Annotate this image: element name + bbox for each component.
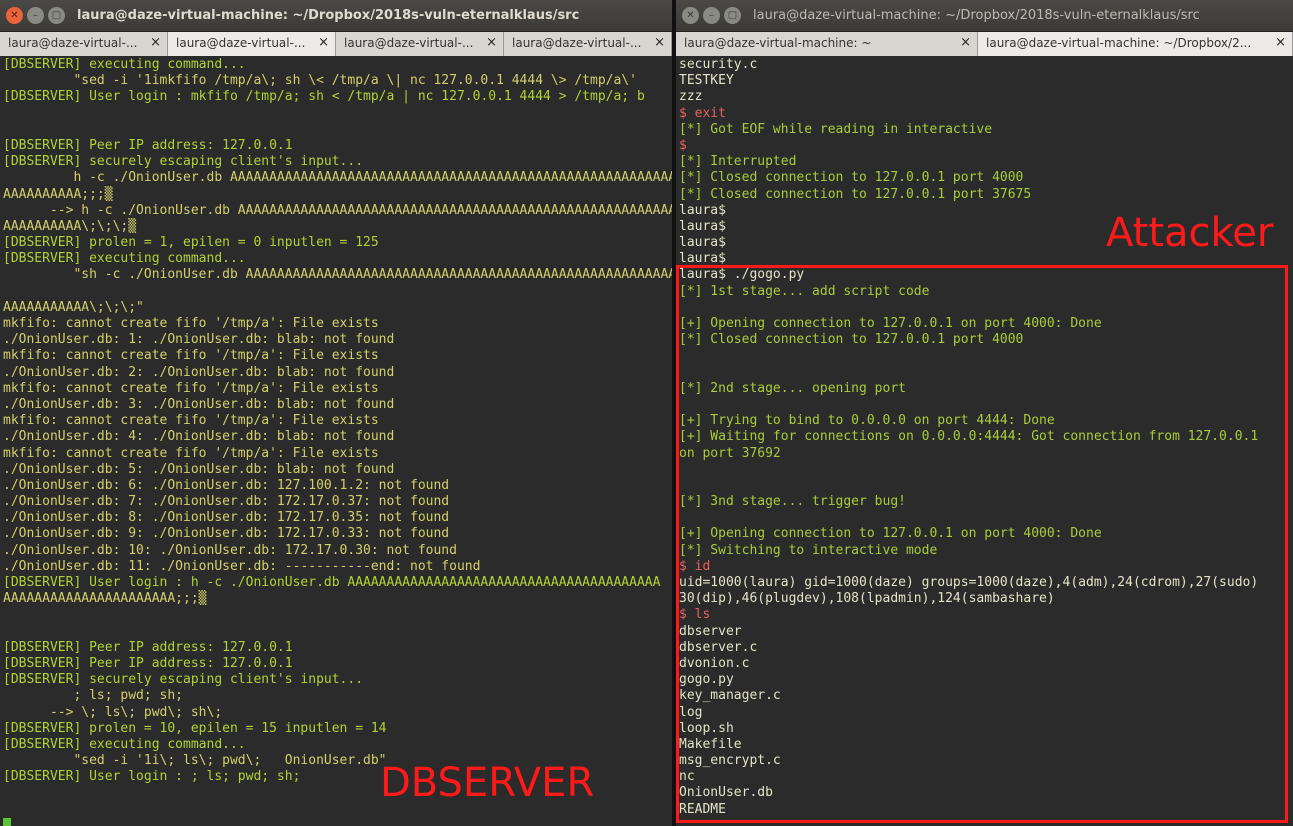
tab-1[interactable]: laura@daze-virtual-... ×: [0, 32, 168, 56]
terminal-line: ./OnionUser.db: 1: ./OnionUser.db: blab:…: [3, 332, 395, 348]
terminal-line: --> \; ls\; pwd\; sh\;: [3, 704, 223, 720]
terminal-line: ./OnionUser.db: 6: ./OnionUser.db: 127.1…: [3, 477, 450, 493]
terminal-line: mkfifo: cannot create fifo '/tmp/a': Fil…: [3, 316, 379, 331]
terminal-line: mkfifo: cannot create fifo '/tmp/a': Fil…: [3, 445, 379, 461]
terminal-line: [*] Interrupted: [679, 154, 797, 170]
close-icon[interactable]: ✕: [6, 7, 23, 24]
terminal-line: [DBSERVER] executing command...: [3, 57, 246, 72]
terminal-line: AAAAAAAAAA;;;▒: [3, 186, 113, 202]
window-title: laura@daze-virtual-machine: ~/Dropbox/20…: [77, 8, 580, 23]
minimize-icon[interactable]: –: [27, 7, 44, 24]
dbserver-label: DBSERVER: [380, 760, 595, 806]
terminal-line: h -c ./OnionUser.db AAAAAAAAAAAAAAAAAAAA…: [3, 170, 672, 186]
minimize-icon[interactable]: –: [703, 7, 720, 24]
tab-1[interactable]: laura@daze-virtual-machine: ~ ×: [676, 32, 978, 56]
terminal-line: --> h -c ./OnionUser.db AAAAAAAAAAAAAAAA…: [3, 202, 672, 218]
terminal-line: "sh -c ./OnionUser.db AAAAAAAAAAAAAAAAAA…: [3, 267, 672, 283]
terminal-line: ./OnionUser.db: 9: ./OnionUser.db: 172.1…: [3, 526, 450, 542]
tab-label: laura@daze-virtual-machine: ~: [684, 36, 872, 50]
terminal-line: security.c: [679, 57, 758, 72]
terminal-line: [DBSERVER] securely escaping client's in…: [3, 154, 364, 170]
tab-close-icon[interactable]: ×: [960, 35, 971, 50]
terminal-line: "sed -i '1imkfifo /tmp/a\; sh \< /tmp/a …: [3, 73, 637, 89]
terminal-line: ./OnionUser.db: 2: ./OnionUser.db: blab:…: [3, 364, 395, 380]
terminal-line: [*] Closed connection to 127.0.0.1 port …: [679, 170, 1024, 186]
tab-4[interactable]: laura@daze-virtual-... ×: [504, 32, 672, 56]
terminal-line: AAAAAAAAAAAAAAAAAAAAAA;;;▒: [3, 591, 207, 607]
left-titlebar[interactable]: ✕ – ▢ laura@daze-virtual-machine: ~/Drop…: [0, 0, 672, 32]
terminal-input-line[interactable]: [3, 818, 669, 826]
tab-close-icon[interactable]: ×: [318, 35, 329, 50]
terminal-line: mkfifo: cannot create fifo '/tmp/a': Fil…: [3, 413, 379, 429]
dbserver-terminal-output[interactable]: [DBSERVER] executing command... "sed -i …: [0, 57, 672, 826]
terminal-line: $ exit: [679, 105, 726, 121]
terminal-line: mkfifo: cannot create fifo '/tmp/a': Fil…: [3, 348, 379, 364]
tab-3[interactable]: laura@daze-virtual-... ×: [336, 32, 504, 56]
terminal-line: [DBSERVER] User login : h -c ./OnionUser…: [3, 575, 661, 590]
terminal-line: [DBSERVER] prolen = 1, epilen = 0 inputl…: [3, 235, 379, 251]
terminal-line: ; ls; pwd; sh;: [3, 688, 184, 704]
tab-close-icon[interactable]: ×: [1275, 35, 1286, 50]
tab-close-icon[interactable]: ×: [486, 35, 497, 50]
attacker-highlight-box: [676, 265, 1288, 823]
tab-label: laura@daze-virtual-...: [512, 36, 642, 50]
terminal-line: ./OnionUser.db: 7: ./OnionUser.db: 172.1…: [3, 494, 450, 510]
tab-label: laura@daze-virtual-...: [8, 36, 138, 50]
terminal-line: ./OnionUser.db: 5: ./OnionUser.db: blab:…: [3, 461, 395, 477]
terminal-line: ./OnionUser.db: 3: ./OnionUser.db: blab:…: [3, 396, 395, 412]
tab-2[interactable]: laura@daze-virtual-machine: ~/Dropbox/2.…: [978, 32, 1293, 56]
tab-label: laura@daze-virtual-...: [344, 36, 474, 50]
terminal-line: [DBSERVER] executing command...: [3, 251, 246, 267]
tab-close-icon[interactable]: ×: [150, 35, 161, 50]
maximize-icon[interactable]: ▢: [724, 7, 741, 24]
tab-2[interactable]: laura@daze-virtual-... ×: [168, 32, 336, 56]
terminal-line: [DBSERVER] Peer IP address: 127.0.0.1: [3, 137, 293, 153]
window-title: laura@daze-virtual-machine: ~/Dropbox/20…: [753, 8, 1200, 23]
terminal-line: [DBSERVER] prolen = 10, epilen = 15 inpu…: [3, 720, 387, 736]
terminal-line: AAAAAAAAAA\;\;\;▒: [3, 218, 137, 234]
maximize-icon[interactable]: ▢: [48, 7, 65, 24]
terminal-line: $: [679, 137, 687, 153]
terminal-line: [*] Closed connection to 127.0.0.1 port …: [679, 186, 1032, 202]
terminal-line: ./OnionUser.db: 4: ./OnionUser.db: blab:…: [3, 429, 395, 445]
terminal-line: ./OnionUser.db: 11: ./OnionUser.db: ----…: [3, 558, 481, 574]
terminal-line: AAAAAAAAAAA\;\;\;": [3, 299, 144, 315]
terminal-line: [DBSERVER] executing command...: [3, 736, 246, 752]
tab-label: laura@daze-virtual-machine: ~/Dropbox/2.…: [986, 36, 1252, 50]
terminal-line: ./OnionUser.db: 10: ./OnionUser.db: 172.…: [3, 542, 457, 558]
terminal-line: ./OnionUser.db: 8: ./OnionUser.db: 172.1…: [3, 510, 450, 526]
terminal-line: [DBSERVER] Peer IP address: 127.0.0.1: [3, 655, 293, 671]
attacker-label: Attacker: [1106, 210, 1274, 256]
right-tab-bar: laura@daze-virtual-machine: ~ × laura@daz…: [676, 32, 1293, 56]
right-titlebar[interactable]: ✕ – ▢ laura@daze-virtual-machine: ~/Drop…: [676, 0, 1293, 32]
terminal-line: zzz: [679, 89, 703, 105]
text-cursor: [3, 818, 11, 826]
terminal-line: mkfifo: cannot create fifo '/tmp/a': Fil…: [3, 380, 379, 396]
terminal-line: TESTKEY: [679, 73, 734, 89]
left-terminal-window[interactable]: ✕ – ▢ laura@daze-virtual-machine: ~/Drop…: [0, 0, 672, 826]
left-tab-bar: laura@daze-virtual-... × laura@daze-virtu…: [0, 32, 672, 56]
terminal-line: [DBSERVER] Peer IP address: 127.0.0.1: [3, 639, 293, 655]
terminal-line: [DBSERVER] securely escaping client's in…: [3, 672, 364, 688]
close-icon[interactable]: ✕: [682, 7, 699, 24]
terminal-line: [DBSERVER] User login : mkfifo /tmp/a; s…: [3, 89, 645, 105]
tab-close-icon[interactable]: ×: [654, 35, 665, 50]
terminal-line: [*] Got EOF while reading in interactive: [679, 121, 993, 137]
tab-label: laura@daze-virtual-...: [176, 36, 306, 50]
